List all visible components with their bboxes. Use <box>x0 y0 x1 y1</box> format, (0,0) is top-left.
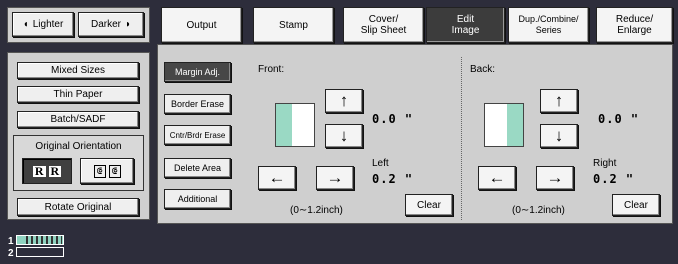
thin-paper-button[interactable]: Thin Paper <box>17 86 139 103</box>
tab-cover-label: Cover/ Slip Sheet <box>360 14 407 36</box>
thin-paper-label: Thin Paper <box>53 89 103 100</box>
down-arrow-icon: ↓ <box>554 126 564 145</box>
front-horizontal-value: 0.2 " <box>372 172 414 186</box>
right-arrow-icon: → <box>326 168 344 187</box>
delete-area-label: Delete Area <box>173 163 222 173</box>
back-page-preview <box>484 103 524 147</box>
orientation-upright-icon: R <box>32 163 46 178</box>
darker-label: Darker <box>90 19 121 30</box>
status-bar <box>0 229 678 264</box>
front-vertical-value: 0.0 " <box>372 112 414 126</box>
back-left-button[interactable]: ← <box>478 166 516 190</box>
up-arrow-icon: ↑ <box>339 91 349 110</box>
border-erase-label: Border Erase <box>170 99 225 109</box>
front-margin-shade <box>276 104 292 146</box>
front-left-button[interactable]: ← <box>258 166 296 190</box>
back-clear-button[interactable]: Clear <box>612 194 660 216</box>
cntr-brdr-erase-label: Cntr/Brdr Erase <box>169 130 226 140</box>
tab-stamp-label: Stamp <box>279 19 308 31</box>
front-up-button[interactable]: ↑ <box>325 89 363 113</box>
front-clear-label: Clear <box>417 199 441 211</box>
lighter-button[interactable]: ◖ Lighter <box>12 12 74 37</box>
additional-label: Additional <box>177 194 218 204</box>
orientation-sideways-button[interactable]: ⟃ ⟃ <box>80 158 134 184</box>
batch-sadf-button[interactable]: Batch/SADF <box>17 111 139 128</box>
front-page-preview <box>275 103 315 147</box>
left-arrow-icon: ← <box>268 168 286 187</box>
tab-reduce-label: Reduce/ Enlarge <box>615 14 654 36</box>
front-down-button[interactable]: ↓ <box>325 124 363 148</box>
tab-cover-slip-sheet[interactable]: Cover/ Slip Sheet <box>343 7 424 43</box>
job-queue-icon <box>16 235 64 259</box>
back-margin-shade <box>507 104 523 146</box>
status-line-1: 1 <box>8 236 14 247</box>
back-label: Back: <box>470 64 496 75</box>
lighter-label: Lighter <box>32 19 64 30</box>
front-side-label: Left <box>372 158 389 169</box>
rotate-original-label: Rotate Original <box>44 201 112 213</box>
front-range-label: (0∼1.2inch) <box>290 205 343 216</box>
delete-area-button[interactable]: Delete Area <box>164 158 231 178</box>
back-right-button[interactable]: → <box>536 166 574 190</box>
rotate-original-button[interactable]: Rotate Original <box>17 198 139 216</box>
orientation-sideways-icon: ⟃ <box>93 164 106 178</box>
orientation-upright-icon-2: R <box>48 163 62 178</box>
back-horizontal-value: 0.2 " <box>593 172 635 186</box>
front-clear-button[interactable]: Clear <box>405 194 453 216</box>
front-label: Front: <box>258 64 285 75</box>
margin-adj-button[interactable]: Margin Adj. <box>164 62 231 82</box>
cntr-brdr-erase-button[interactable]: Cntr/Brdr Erase <box>164 125 231 145</box>
tab-edit-image[interactable]: Edit Image <box>426 7 505 43</box>
orientation-readable-button[interactable]: R R <box>22 158 72 184</box>
darker-button[interactable]: Darker ◗ <box>78 12 144 37</box>
back-clear-label: Clear <box>624 199 648 211</box>
back-side-label: Right <box>593 158 617 169</box>
tab-output[interactable]: Output <box>161 7 242 43</box>
additional-button[interactable]: Additional <box>164 189 231 209</box>
tab-edit-label: Edit Image <box>451 14 480 36</box>
back-up-button[interactable]: ↑ <box>540 89 578 113</box>
front-right-button[interactable]: → <box>316 166 354 190</box>
down-arrow-icon: ↓ <box>339 126 349 145</box>
mixed-sizes-button[interactable]: Mixed Sizes <box>17 62 139 79</box>
mixed-sizes-label: Mixed Sizes <box>51 65 105 76</box>
darker-icon: ◗ <box>124 19 132 30</box>
tab-output-label: Output <box>186 19 217 31</box>
orientation-title: Original Orientation <box>35 141 122 152</box>
left-arrow-icon: ← <box>488 168 506 187</box>
border-erase-button[interactable]: Border Erase <box>164 94 231 114</box>
back-range-label: (0∼1.2inch) <box>512 205 565 216</box>
back-down-button[interactable]: ↓ <box>540 124 578 148</box>
tab-reduce-enlarge[interactable]: Reduce/ Enlarge <box>596 7 673 43</box>
batch-sadf-label: Batch/SADF <box>50 114 106 125</box>
orientation-sideways-icon-2: ⟃ <box>108 164 121 178</box>
up-arrow-icon: ↑ <box>554 91 564 110</box>
right-arrow-icon: → <box>546 168 564 187</box>
status-line-2: 2 <box>8 248 14 259</box>
tab-stamp[interactable]: Stamp <box>253 7 334 43</box>
back-vertical-value: 0.0 " <box>598 112 640 126</box>
lighter-icon: ◖ <box>22 19 29 30</box>
tab-dup-combine-series[interactable]: Dup./Combine/ Series <box>508 7 589 43</box>
margin-adj-label: Margin Adj. <box>174 67 221 77</box>
tab-dup-label: Dup./Combine/ Series <box>518 14 579 35</box>
